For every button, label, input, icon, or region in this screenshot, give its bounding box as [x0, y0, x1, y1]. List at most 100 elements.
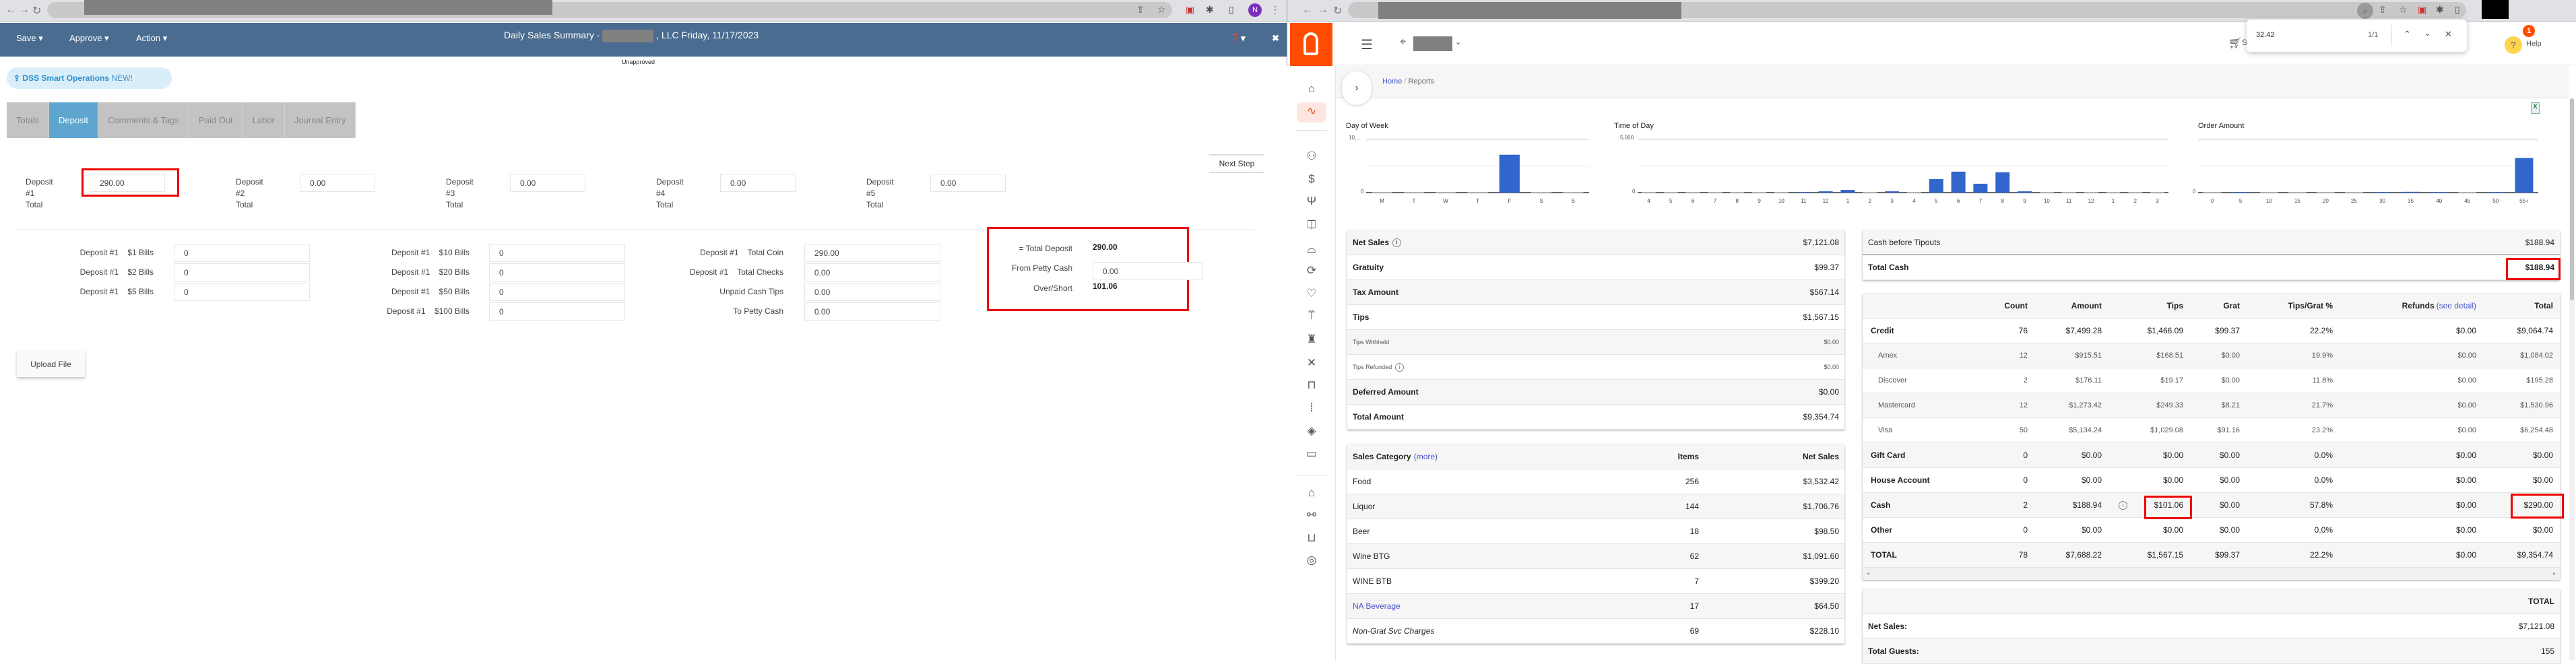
bill-input[interactable]: 0.00: [804, 283, 940, 301]
extension-icon[interactable]: ▣: [1186, 4, 1194, 15]
bar[interactable]: [2018, 191, 2032, 193]
save-menu[interactable]: Save ▾: [16, 33, 43, 44]
bar[interactable]: [1752, 192, 1767, 193]
bar[interactable]: [1372, 192, 1392, 193]
tab-labor[interactable]: Labor: [243, 102, 285, 138]
app-logo[interactable]: [1290, 23, 1332, 66]
extension-icon[interactable]: ▣: [2418, 4, 2426, 15]
bar[interactable]: [2458, 192, 2477, 193]
puzzle-icon[interactable]: ✱: [1206, 4, 1214, 15]
kebab-menu-icon[interactable]: ⋮: [1270, 4, 1280, 15]
bar[interactable]: [1663, 192, 1678, 193]
bar[interactable]: [1730, 192, 1745, 193]
tab-paid-out[interactable]: Paid Out: [189, 102, 243, 138]
see-detail-link[interactable]: (see detail): [2437, 301, 2476, 310]
bank-icon[interactable]: ⌂: [1301, 484, 1322, 502]
cash-cycle-icon[interactable]: ⟳: [1301, 262, 1322, 279]
bar[interactable]: [2402, 191, 2420, 193]
hamburger-menu-icon[interactable]: ☰: [1361, 36, 1373, 53]
deposit-2-total-input[interactable]: 0.00: [300, 174, 375, 192]
upload-file-button[interactable]: Upload File: [17, 352, 85, 377]
approve-menu[interactable]: Approve ▾: [69, 33, 109, 44]
chevron-down-icon[interactable]: ⌄: [1455, 38, 1461, 46]
bar[interactable]: [2039, 192, 2054, 193]
bar[interactable]: [2486, 192, 2505, 193]
dining-icon[interactable]: ⍡: [1301, 307, 1322, 325]
forward-icon[interactable]: →: [19, 4, 30, 16]
info-icon[interactable]: i: [1392, 238, 1402, 248]
service-bell-icon[interactable]: ⌓: [1301, 240, 1322, 258]
reload-icon[interactable]: ↻: [1333, 4, 1342, 18]
back-icon[interactable]: ←: [5, 4, 16, 16]
sidepanel-icon[interactable]: ▯: [2455, 4, 2460, 15]
bar[interactable]: [1840, 190, 1855, 193]
close-find-icon[interactable]: ✕: [2445, 29, 2452, 40]
bar[interactable]: [2515, 158, 2534, 193]
bar[interactable]: [1563, 192, 1584, 193]
previous-match-icon[interactable]: ⌃: [2404, 29, 2411, 40]
expand-sidebar-button[interactable]: ›: [1342, 71, 1372, 105]
display-icon[interactable]: ▭: [1301, 445, 1322, 463]
next-step-button[interactable]: Next Step: [1209, 154, 1264, 173]
deposit-3-total-input[interactable]: 0.00: [510, 174, 585, 192]
deposit-1-total-input[interactable]: 290.00: [90, 174, 165, 192]
bar[interactable]: [1641, 192, 1656, 193]
next-match-icon[interactable]: ⌄: [2424, 28, 2431, 38]
tab-deposit[interactable]: Deposit: [49, 102, 99, 138]
bar[interactable]: [2316, 192, 2335, 193]
star-icon[interactable]: ☆: [2399, 4, 2408, 15]
tools-icon[interactable]: ✕: [1301, 354, 1322, 372]
bar[interactable]: [1403, 192, 1425, 193]
bill-input[interactable]: 0: [174, 283, 310, 301]
profile-avatar[interactable]: N: [1248, 3, 1262, 17]
bill-input[interactable]: 0: [489, 263, 625, 281]
kitchen-icon[interactable]: ♜: [1301, 331, 1322, 348]
share-icon[interactable]: ⇪: [2379, 4, 2387, 15]
close-icon[interactable]: ✖: [1272, 33, 1279, 44]
bar[interactable]: [1531, 192, 1552, 193]
info-icon[interactable]: i: [2119, 501, 2127, 510]
deposit-5-total-input[interactable]: 0.00: [930, 174, 1006, 192]
help-icon[interactable]: ?: [2505, 36, 2522, 54]
bar[interactable]: [1774, 192, 1789, 193]
bar[interactable]: [1685, 192, 1700, 193]
find-input[interactable]: 32.42: [2256, 31, 2275, 39]
menu-icon[interactable]: Ψ: [1301, 193, 1322, 210]
bar[interactable]: [2373, 192, 2392, 193]
bar[interactable]: [1467, 192, 1488, 193]
bill-input[interactable]: 290.00: [804, 244, 940, 262]
deposit-4-total-input[interactable]: 0.00: [720, 174, 796, 192]
bar[interactable]: [1499, 154, 1520, 193]
network-icon[interactable]: ⚯: [1301, 506, 1322, 524]
bar[interactable]: [1995, 172, 2010, 193]
excel-export-icon[interactable]: X: [2531, 102, 2540, 114]
bar[interactable]: [1436, 192, 1456, 193]
tables-icon[interactable]: ⊓: [1301, 376, 1322, 394]
reports-icon[interactable]: ∿: [1297, 102, 1326, 123]
device-icon[interactable]: ◎: [1301, 552, 1322, 569]
home-icon[interactable]: ⌂: [1301, 80, 1322, 98]
scroll-left-icon[interactable]: ◂: [1867, 570, 1869, 577]
bar[interactable]: [2128, 192, 2143, 193]
bar[interactable]: [1973, 183, 1988, 193]
action-menu[interactable]: Action ▾: [136, 33, 167, 44]
tab-journal-entry[interactable]: Journal Entry: [284, 102, 356, 138]
tab-totals[interactable]: Totals: [7, 102, 49, 138]
bar[interactable]: [2150, 192, 2165, 193]
bill-input[interactable]: 0: [489, 302, 625, 321]
barcode-icon[interactable]: ⦙: [1301, 399, 1322, 417]
bar[interactable]: [2203, 192, 2222, 193]
reload-icon[interactable]: ↻: [32, 4, 41, 18]
bar[interactable]: [1863, 192, 1877, 193]
share-icon[interactable]: ⇪: [1136, 4, 1145, 15]
bar[interactable]: [1885, 191, 1900, 193]
tab-comments-tags[interactable]: Comments & Tags: [98, 102, 190, 138]
page-scrollbar[interactable]: [2569, 98, 2575, 660]
bar[interactable]: [2288, 192, 2307, 193]
bar[interactable]: [1906, 192, 1921, 193]
guests-icon[interactable]: ⚇: [1301, 147, 1322, 165]
bar[interactable]: [2061, 192, 2076, 193]
horizontal-scrollbar[interactable]: ◂ ▸: [1863, 568, 2560, 580]
bar[interactable]: [2344, 192, 2363, 193]
bill-input[interactable]: 0: [174, 263, 310, 281]
